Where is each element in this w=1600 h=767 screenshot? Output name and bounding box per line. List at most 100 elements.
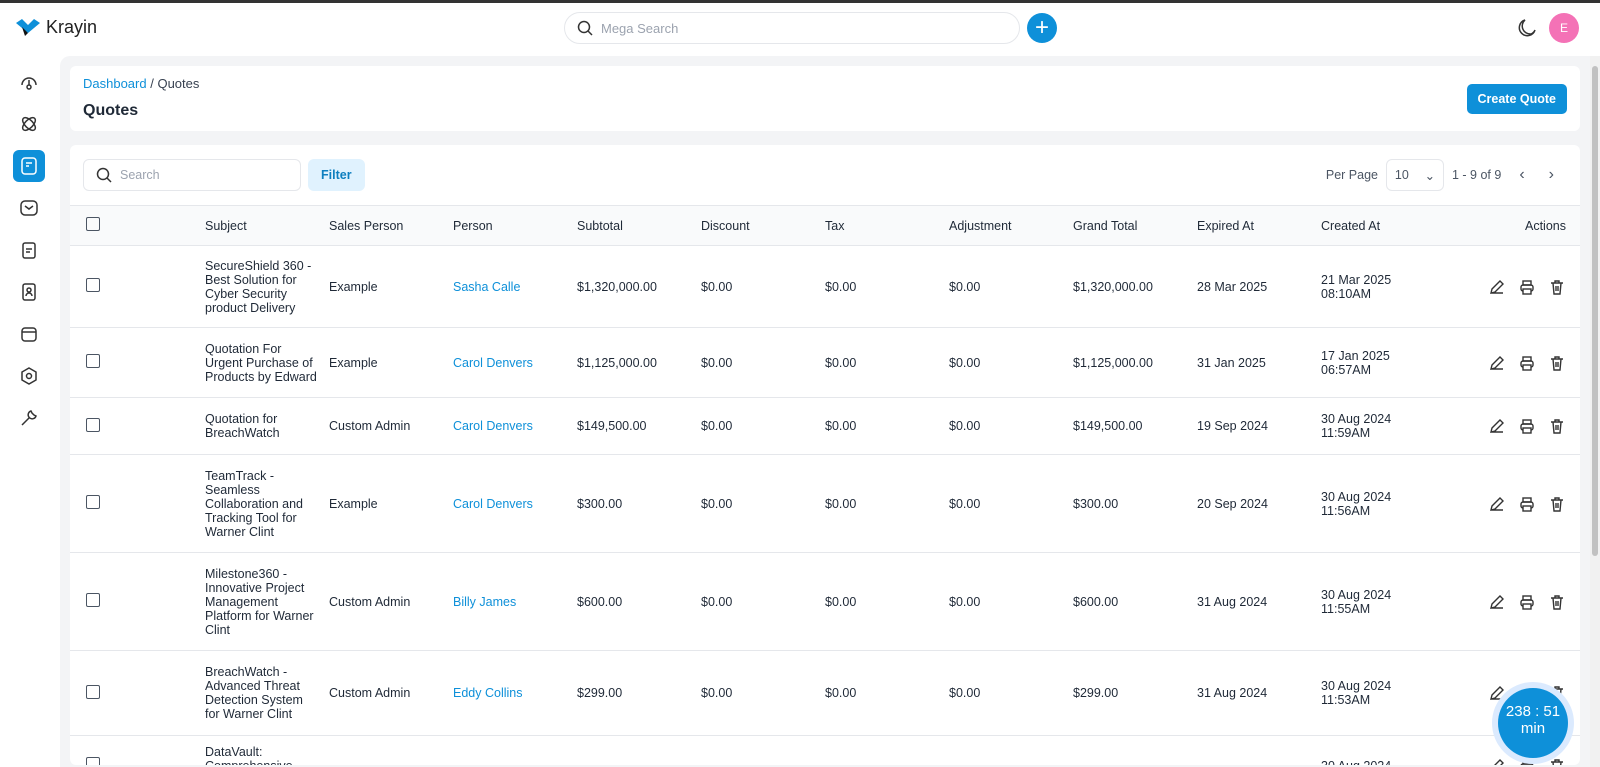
column-header-adjustment[interactable]: Adjustment	[949, 205, 1073, 246]
mega-search-input[interactable]: Mega Search	[564, 12, 1020, 44]
chevron-down-icon: ⌄	[1424, 168, 1436, 183]
prev-page-button[interactable]: ‹	[1509, 166, 1534, 184]
print-icon[interactable]	[1518, 417, 1536, 435]
print-icon[interactable]	[1518, 495, 1536, 513]
table-row: BreachWatch - Advanced Threat Detection …	[70, 650, 1580, 736]
cell-person[interactable]: Carol Denvers	[453, 419, 533, 433]
cell-subject: SecureShield 360 - Best Solution for Cyb…	[205, 258, 312, 315]
cell-created-at: 17 Jan 2025 06:57AM	[1321, 348, 1390, 377]
cell-created-at: 30 Aug 2024 11:59AM	[1321, 412, 1392, 440]
column-header-discount[interactable]: Discount	[701, 205, 825, 246]
delete-icon[interactable]	[1548, 278, 1566, 296]
per-page-select[interactable]: 10 ⌄	[1386, 159, 1444, 191]
edit-icon[interactable]	[1488, 417, 1506, 435]
cell-person[interactable]: Carol Denvers	[453, 356, 533, 370]
cell-discount: $0.00	[701, 686, 733, 700]
column-header-tax[interactable]: Tax	[825, 205, 949, 246]
delete-icon[interactable]	[1548, 354, 1566, 372]
cell-person[interactable]: Eddy Collins	[453, 686, 522, 700]
delete-icon[interactable]	[1548, 495, 1566, 513]
cell-subtotal: $1,125,000.00	[577, 355, 657, 370]
create-quote-button[interactable]: Create Quote	[1466, 84, 1567, 114]
cell-sales-person: Example	[329, 279, 378, 294]
column-header-person[interactable]: Person	[453, 205, 577, 246]
row-checkbox[interactable]	[86, 417, 100, 432]
cell-sales-person: Custom Admin	[329, 686, 411, 700]
cell-person[interactable]: Sasha Calle	[453, 280, 520, 294]
page-title: Quotes	[83, 102, 139, 119]
column-header-subtotal[interactable]: Subtotal	[577, 205, 701, 246]
breadcrumb-dashboard-link[interactable]: Dashboard	[83, 76, 147, 91]
sidebar-item-contacts[interactable]	[13, 276, 45, 308]
edit-icon[interactable]	[1488, 278, 1506, 296]
sidebar-item-products[interactable]	[13, 318, 45, 350]
sidebar	[0, 56, 58, 439]
quick-create-button[interactable]: +	[1027, 13, 1057, 43]
row-checkbox[interactable]	[86, 684, 100, 699]
cell-discount: $0.00	[701, 355, 733, 370]
per-page-label: Per Page	[1325, 168, 1378, 182]
cell-subject: DataVault: Comprehensive Data	[205, 744, 293, 766]
column-header-created-at[interactable]: Created At	[1321, 205, 1445, 246]
cell-subject: Quotation For Urgent Purchase of Product…	[205, 341, 317, 384]
column-header-actions: Actions	[1445, 205, 1580, 246]
edit-icon[interactable]	[1488, 495, 1506, 513]
column-header-grand-total[interactable]: Grand Total	[1073, 205, 1197, 246]
user-avatar[interactable]: E	[1549, 13, 1579, 43]
delete-icon[interactable]	[1548, 757, 1566, 766]
cell-subtotal: $149,500.00	[577, 419, 647, 433]
sidebar-item-activities[interactable]	[13, 234, 45, 266]
print-icon[interactable]	[1518, 593, 1536, 611]
print-icon[interactable]	[1518, 354, 1536, 372]
column-header-sales-person[interactable]: Sales Person	[329, 205, 453, 246]
sidebar-item-quotes[interactable]	[13, 150, 45, 182]
cell-adjustment: $0.00	[949, 496, 981, 511]
leads-icon	[21, 116, 37, 132]
row-checkbox[interactable]	[86, 354, 100, 368]
row-actions	[1445, 757, 1580, 766]
delete-icon[interactable]	[1548, 417, 1566, 435]
column-header-expired-at[interactable]: Expired At	[1197, 205, 1321, 246]
sidebar-item-dashboard[interactable]	[13, 66, 45, 98]
row-actions	[1445, 354, 1580, 372]
sidebar-item-leads[interactable]	[13, 108, 45, 140]
edit-icon[interactable]	[1488, 593, 1506, 611]
dark-mode-toggle-icon[interactable]	[1516, 17, 1538, 39]
print-icon[interactable]	[1518, 278, 1536, 296]
logo[interactable]: Krayin	[16, 17, 97, 38]
pagination: Per Page 10 ⌄ 1 - 9 of 9 ‹ ›	[1326, 159, 1560, 191]
delete-icon[interactable]	[1548, 593, 1566, 611]
sidebar-item-settings[interactable]	[13, 360, 45, 392]
row-checkbox[interactable]	[86, 495, 100, 509]
cell-person[interactable]: Billy James	[453, 595, 516, 609]
next-page-button[interactable]: ›	[1543, 166, 1560, 184]
cell-discount: $0.00	[701, 279, 733, 294]
column-header-subject[interactable]: Subject	[205, 205, 329, 246]
cell-created-at: 30 Aug 2024 11:55AM	[1321, 587, 1392, 616]
edit-icon[interactable]	[1488, 684, 1506, 702]
row-checkbox[interactable]	[86, 757, 100, 765]
cell-tax: $0.00	[825, 279, 857, 294]
cell-created-at: 30 Aug 2024 11:53AM	[1321, 679, 1392, 707]
table-row: Quotation for BreachWatch Custom Admin Car…	[70, 397, 1580, 455]
edit-icon[interactable]	[1488, 354, 1506, 372]
edit-icon[interactable]	[1488, 757, 1506, 766]
cell-person[interactable]: Carol Denvers	[453, 497, 533, 511]
cell-subtotal: $300.00	[577, 496, 623, 511]
timer-value: 238 : 51	[1505, 703, 1561, 720]
row-checkbox[interactable]	[86, 593, 100, 607]
quotes-table: Subject Sales Person Person Subtotal Dis…	[70, 205, 1580, 765]
row-actions	[1445, 278, 1580, 296]
page-scrollbar[interactable]	[1590, 56, 1600, 767]
dashboard-icon	[21, 77, 37, 90]
cell-subject: Milestone360 - Innovative Project Manage…	[205, 566, 314, 637]
search-input[interactable]: Search	[83, 159, 301, 191]
cell-adjustment: $0.00	[949, 279, 981, 294]
row-checkbox[interactable]	[86, 278, 100, 292]
cell-sales-person: Custom Admin	[329, 594, 411, 609]
table-header-row: Subject Sales Person Person Subtotal Dis…	[70, 205, 1580, 246]
sidebar-item-mail[interactable]	[13, 192, 45, 224]
select-all-checkbox[interactable]	[86, 217, 100, 231]
filter-button[interactable]: Filter	[308, 159, 365, 191]
sidebar-item-configuration[interactable]	[13, 402, 45, 434]
